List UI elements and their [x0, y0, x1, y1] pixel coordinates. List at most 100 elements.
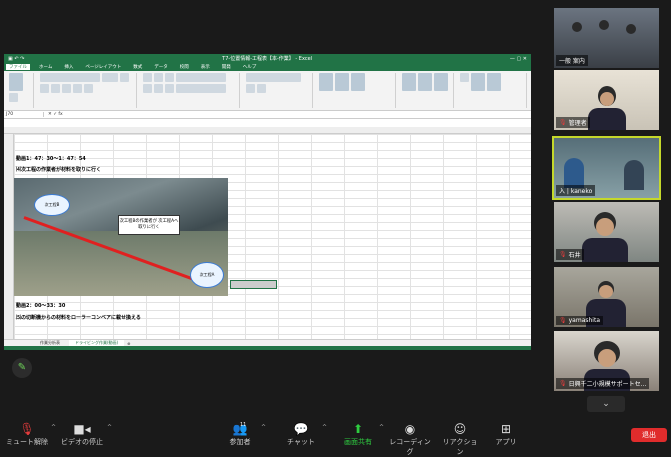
conditional-format-icon[interactable]	[319, 73, 333, 91]
video-label: ビデオの停止	[61, 438, 103, 446]
font-size-select[interactable]	[102, 73, 118, 82]
share-label: 画面共有	[344, 438, 372, 446]
border-icon[interactable]	[62, 84, 71, 93]
font-group	[37, 73, 137, 108]
align-bottom-icon[interactable]	[165, 73, 174, 82]
participant-name: 入 | kaneko	[556, 185, 596, 196]
leave-meeting-button[interactable]: 退出	[631, 428, 667, 442]
participants-count: 11	[240, 422, 247, 428]
alignment-group	[140, 73, 240, 108]
mic-muted-icon: 🎙	[559, 380, 567, 387]
photo-callout: 次工程Bの作業者が 次工程Aへ取りに行く	[118, 215, 180, 235]
chevron-up-icon[interactable]: ^	[107, 424, 112, 431]
styles-group	[316, 73, 396, 108]
chevron-up-icon[interactable]: ^	[261, 424, 266, 431]
participant-tile-4[interactable]: 🎙 石井	[554, 202, 659, 262]
ribbon	[4, 71, 531, 111]
name-box[interactable]: J70	[4, 112, 44, 117]
tab-page-layout[interactable]: ページレイアウト	[82, 64, 124, 70]
chevron-up-icon[interactable]: ^	[322, 424, 327, 431]
scroll-down-button[interactable]: ⌄	[587, 396, 625, 412]
bold-icon[interactable]	[120, 73, 129, 82]
participant-tile-5[interactable]: 🎙 yamashita	[554, 267, 659, 327]
participant-face	[598, 349, 616, 367]
participant-body	[564, 158, 584, 188]
participant-tile-1[interactable]: 一般 案内	[554, 8, 659, 68]
wrap-text-button[interactable]	[176, 73, 226, 82]
record-icon: ◉	[404, 422, 416, 436]
process-photo[interactable]: 次工程B 次工程A 次工程Bの作業者が 次工程Aへ取りに行く	[14, 178, 228, 296]
add-sheet-icon[interactable]: ⊕	[127, 341, 130, 346]
participant-tile-6[interactable]: 🎙 日興千二小規模サポートセ...	[554, 331, 659, 391]
share-screen-button[interactable]: ⬆ 画面共有 ^	[340, 422, 384, 447]
participant-name: 🎙 管理者	[556, 117, 590, 128]
paste-icon[interactable]	[9, 73, 23, 91]
reactions-button[interactable]: ☺ リアクション	[440, 422, 480, 457]
participant-name: 🎙 石井	[556, 249, 584, 260]
tab-review[interactable]: 校閲	[177, 64, 192, 70]
italic-icon[interactable]	[40, 84, 49, 93]
tab-help[interactable]: ヘルプ	[240, 64, 260, 70]
participant-figure	[599, 20, 609, 30]
participants-button[interactable]: 👥 11 参加者 ^	[222, 422, 267, 447]
participant-tile-3[interactable]: 入 | kaneko	[552, 136, 661, 200]
sort-filter-icon[interactable]	[471, 73, 485, 91]
font-color-icon[interactable]	[84, 84, 93, 93]
sum-icon[interactable]	[460, 73, 469, 82]
align-center-icon[interactable]	[154, 84, 163, 93]
shared-screen: ▣ ↶ ↷ T7-位置情報-工程表【本-作業】 - Excel — ▢ ✕ ファ…	[4, 54, 531, 350]
tab-developer[interactable]: 開発	[219, 64, 234, 70]
chevron-up-icon[interactable]: ^	[379, 424, 384, 431]
selected-cell[interactable]	[230, 280, 277, 289]
record-label: レコーディング	[389, 438, 431, 456]
tab-view[interactable]: 表示	[198, 64, 213, 70]
clipboard-group	[6, 73, 34, 108]
tab-formulas[interactable]: 数式	[130, 64, 145, 70]
table-format-icon[interactable]	[335, 73, 349, 91]
tab-insert[interactable]: 挿入	[61, 64, 76, 70]
font-select[interactable]	[40, 73, 100, 82]
delete-cells-icon[interactable]	[418, 73, 432, 91]
excel-quick-access[interactable]: ▣ ↶ ↷	[8, 56, 24, 62]
formula-icons: ✕ ✓ fx	[48, 112, 63, 117]
number-format-select[interactable]	[246, 73, 301, 82]
align-middle-icon[interactable]	[154, 73, 163, 82]
mic-off-icon: 🎙	[19, 422, 35, 436]
tab-file[interactable]: ファイル	[6, 64, 30, 70]
align-left-icon[interactable]	[143, 84, 152, 93]
align-right-icon[interactable]	[165, 84, 174, 93]
apps-button[interactable]: ⊞ アプリ	[492, 422, 520, 447]
apps-label: アプリ	[495, 438, 517, 446]
apps-icon: ⊞	[500, 422, 512, 436]
percent-icon[interactable]	[246, 84, 255, 93]
chat-icon: 💬	[293, 422, 309, 436]
format-cells-icon[interactable]	[434, 73, 448, 91]
chat-button[interactable]: 💬 チャット ^	[283, 422, 327, 447]
insert-cells-icon[interactable]	[402, 73, 416, 91]
underline-icon[interactable]	[51, 84, 60, 93]
video-button[interactable]: ■◂ ビデオの停止 ^	[60, 422, 112, 447]
comma-icon[interactable]	[257, 84, 266, 93]
find-select-icon[interactable]	[487, 73, 501, 91]
participant-name: 一般 案内	[556, 55, 588, 66]
fill-color-icon[interactable]	[73, 84, 82, 93]
cells-group	[399, 73, 454, 108]
merge-center-button[interactable]	[176, 84, 226, 93]
participant-tile-2[interactable]: 🎙 管理者	[554, 70, 659, 130]
chevron-up-icon[interactable]: ^	[51, 424, 56, 431]
annotate-pencil-icon[interactable]: ✎	[12, 358, 32, 378]
formula-bar: J70 ✕ ✓ fx	[4, 111, 531, 119]
mute-button[interactable]: 🎙 ミュート解除 ^	[6, 422, 56, 447]
reactions-label: リアクション	[442, 438, 478, 456]
window-controls-icon[interactable]: — ▢ ✕	[510, 56, 527, 62]
align-top-icon[interactable]	[143, 73, 152, 82]
cell-text-3: 動画2：00～33：30	[16, 303, 66, 309]
cut-icon[interactable]	[9, 93, 18, 102]
record-button[interactable]: ◉ レコーディング	[388, 422, 432, 457]
bubble-process-a: 次工程A	[190, 262, 224, 288]
number-group	[243, 73, 313, 108]
tab-home[interactable]: ホーム	[36, 64, 55, 70]
cell-styles-icon[interactable]	[351, 73, 365, 91]
video-camera-icon: ■◂	[73, 422, 91, 436]
tab-data[interactable]: データ	[151, 64, 171, 70]
